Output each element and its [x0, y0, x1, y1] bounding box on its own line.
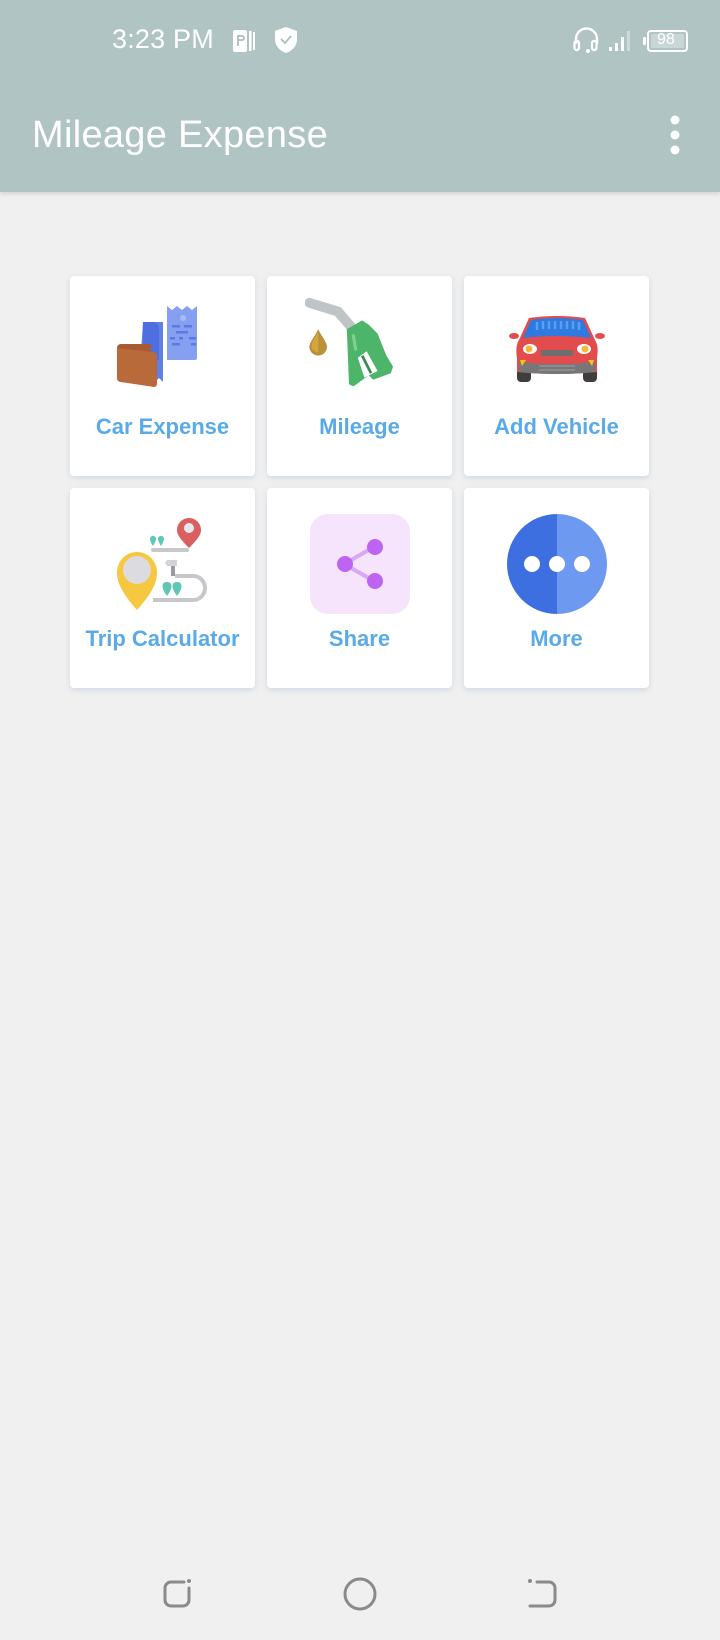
tile-label: Mileage — [319, 414, 400, 439]
back-button[interactable] — [515, 1572, 565, 1616]
route-pins-icon — [116, 518, 207, 610]
fuel-nozzle-icon — [304, 297, 393, 387]
recents-icon — [163, 1579, 191, 1608]
battery-level: 98 — [657, 31, 675, 48]
battery-icon: 98 — [643, 30, 688, 52]
page-title: Mileage Expense — [32, 114, 329, 156]
more-vertical-icon — [670, 115, 680, 155]
more-horizontal-icon — [506, 514, 607, 614]
tile-add-vehicle[interactable]: Add Vehicle — [464, 276, 649, 476]
app-bar: 3:23 PM 98 Mileage Expense — [0, 0, 720, 192]
shield-check-icon — [275, 27, 297, 53]
status-time: 3:23 PM — [112, 24, 214, 54]
tile-car-expense[interactable]: Car Expense — [70, 276, 255, 476]
tile-label: Car Expense — [95, 414, 230, 439]
recents-button[interactable] — [155, 1572, 205, 1616]
back-icon — [528, 1579, 557, 1608]
tile-label: Trip Calculator — [85, 626, 240, 651]
home-button[interactable] — [335, 1572, 385, 1616]
share-icon — [309, 514, 410, 614]
signal-icon — [609, 31, 630, 51]
parking-app-icon — [233, 30, 255, 52]
tile-mileage[interactable]: Mileage — [267, 276, 452, 476]
home-icon — [343, 1577, 377, 1611]
menu-grid: Car Expense Mileage Add Vehicle Trip Cal… — [70, 276, 650, 688]
headset-icon — [573, 27, 599, 53]
system-nav-bar — [0, 1560, 720, 1640]
tile-trip-calculator[interactable]: Trip Calculator — [70, 488, 255, 688]
tile-share[interactable]: Share — [267, 488, 452, 688]
wallet-receipt-icon — [116, 306, 197, 387]
car-icon — [508, 316, 605, 382]
tile-label: Add Vehicle — [494, 414, 619, 439]
overflow-menu-button[interactable] — [660, 112, 690, 158]
tile-label: Share — [328, 626, 391, 651]
tile-more[interactable]: More — [464, 488, 649, 688]
tile-label: More — [530, 626, 583, 651]
